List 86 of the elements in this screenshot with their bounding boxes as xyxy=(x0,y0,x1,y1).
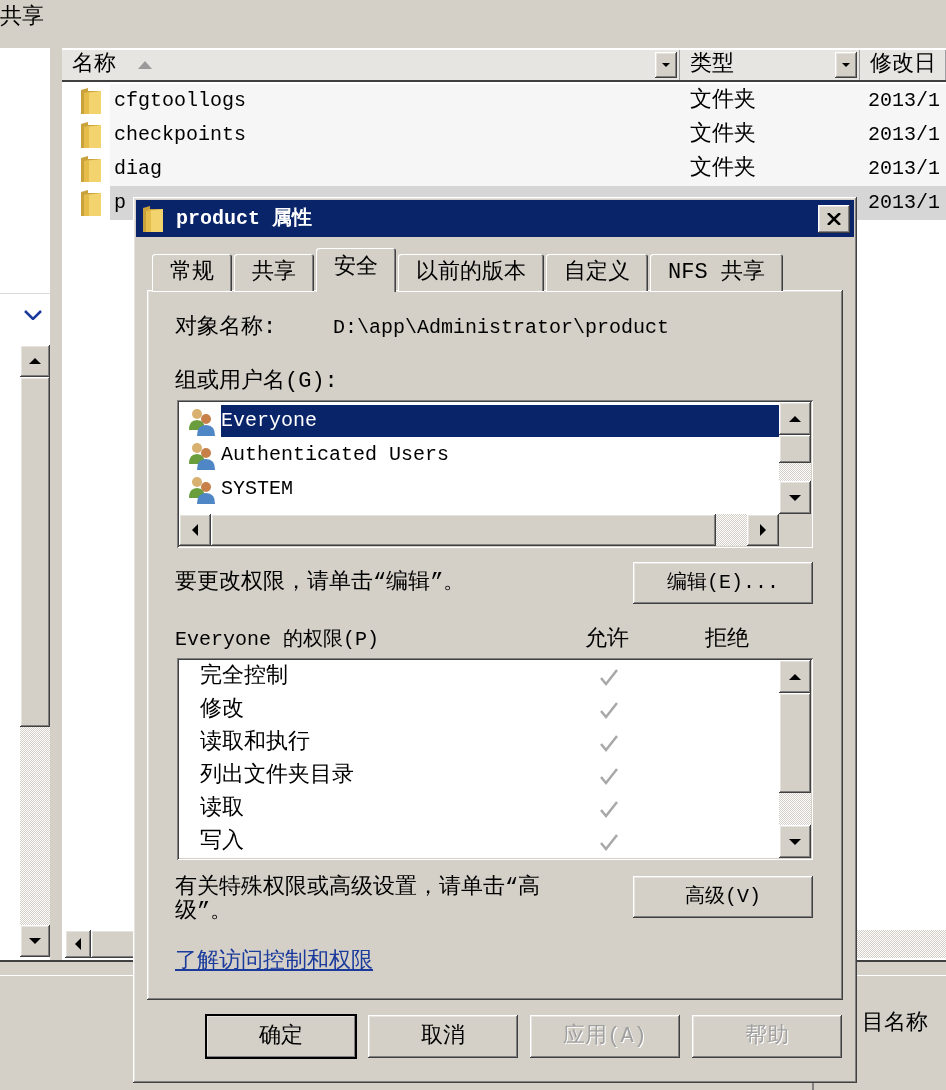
tab[interactable]: 自定义 xyxy=(546,254,648,292)
file-name: diag xyxy=(114,157,162,180)
file-type: 文件夹 xyxy=(690,156,756,181)
scroll-down-button[interactable] xyxy=(779,481,811,514)
users-list[interactable]: Everyone Authenticated Users SYSTEM xyxy=(177,400,813,548)
file-row[interactable]: cfgtoollogs 文件夹 2013/1 xyxy=(110,84,946,118)
folder-icon xyxy=(80,87,102,115)
scrollbar-thumb[interactable] xyxy=(779,435,811,463)
close-icon xyxy=(827,212,841,225)
file-type: 文件夹 xyxy=(690,122,756,147)
dialog-title: product 属性 xyxy=(176,205,312,232)
column-filter-button[interactable] xyxy=(835,52,857,78)
tab[interactable]: 共享 xyxy=(234,254,314,292)
scrollbar-thumb[interactable] xyxy=(779,693,811,793)
scroll-up-button[interactable] xyxy=(779,660,811,693)
users-icon xyxy=(187,440,217,470)
permission-name: 写入 xyxy=(200,828,244,854)
users-icon xyxy=(187,474,217,504)
close-button[interactable] xyxy=(818,204,850,233)
caret-icon xyxy=(842,63,850,67)
edit-hint: 要更改权限，请单击“编辑”。 xyxy=(175,569,466,597)
down-arrow-icon xyxy=(789,494,801,501)
column-header[interactable]: 类型 xyxy=(690,51,734,79)
scrollbar-corner xyxy=(779,514,811,546)
down-arrow-icon xyxy=(29,938,41,944)
tab[interactable]: NFS 共享 xyxy=(650,254,783,292)
folder-icon xyxy=(80,189,102,217)
up-arrow-icon xyxy=(29,358,41,364)
scroll-down-button[interactable] xyxy=(20,925,50,957)
tab[interactable]: 安全 xyxy=(316,248,396,292)
file-row[interactable]: diag 文件夹 2013/1 xyxy=(110,152,946,186)
caret-icon xyxy=(662,63,670,67)
scroll-right-button[interactable] xyxy=(747,514,779,546)
permission-name: 读取 xyxy=(200,795,244,821)
tab[interactable]: 常规 xyxy=(152,254,232,292)
left-arrow-icon xyxy=(75,938,81,950)
users-label: 组或用户名(G): xyxy=(175,368,338,396)
user-list-item[interactable]: Everyone xyxy=(221,405,779,437)
edit-button[interactable]: 编辑(E)... xyxy=(633,562,813,604)
scroll-up-button[interactable] xyxy=(779,402,811,435)
file-date: 2013/1 xyxy=(868,157,940,180)
dialog-button[interactable]: 确定 xyxy=(206,1015,356,1058)
object-name-value: D:\app\Administrator\product xyxy=(333,315,670,341)
allow-header: 允许 xyxy=(585,626,629,654)
column-filter-button[interactable] xyxy=(655,52,677,78)
file-date: 2013/1 xyxy=(868,191,940,214)
file-row[interactable]: checkpoints 文件夹 2013/1 xyxy=(110,118,946,152)
up-arrow-icon xyxy=(789,673,801,680)
advanced-hint: 有关特殊权限或高级设置，请单击“高级”。 xyxy=(175,876,542,924)
folder-icon xyxy=(80,155,102,183)
scrollbar-thumb[interactable] xyxy=(20,377,50,727)
deny-header: 拒绝 xyxy=(705,626,749,654)
down-arrow-icon xyxy=(789,838,801,845)
help-link[interactable]: 了解访问控制和权限 xyxy=(175,948,373,976)
column-header[interactable]: 名称 xyxy=(72,51,116,79)
permission-name: 列出文件夹目录 xyxy=(200,762,354,788)
toolbar-label[interactable]: 共享 xyxy=(0,4,44,32)
permission-name: 修改 xyxy=(200,696,244,722)
scroll-left-button[interactable] xyxy=(65,930,91,958)
scroll-down-button[interactable] xyxy=(779,825,811,858)
users-icon xyxy=(187,406,217,436)
user-list-item[interactable]: Authenticated Users xyxy=(221,439,779,471)
column-header[interactable]: 修改日 xyxy=(870,51,936,79)
left-arrow-icon xyxy=(192,524,198,536)
tab[interactable]: 以前的版本 xyxy=(398,254,544,292)
folder-icon xyxy=(80,121,102,149)
user-list-item[interactable]: SYSTEM xyxy=(221,473,779,505)
details-label: 目名称 xyxy=(862,1011,928,1036)
right-arrow-icon xyxy=(760,524,766,536)
object-name-label: 对象名称: xyxy=(175,314,278,342)
permission-name: 读取和执行 xyxy=(200,729,310,755)
file-date: 2013/1 xyxy=(868,89,940,112)
file-name: checkpoints xyxy=(114,123,247,146)
advanced-button[interactable]: 高级(V) xyxy=(633,876,813,918)
scroll-left-button[interactable] xyxy=(179,514,211,546)
file-name: p xyxy=(114,191,126,214)
up-arrow-icon xyxy=(789,415,801,422)
dialog-button[interactable]: 取消 xyxy=(368,1015,518,1058)
file-type: 文件夹 xyxy=(690,88,756,113)
folder-icon xyxy=(142,204,164,233)
permission-name: 完全控制 xyxy=(200,663,288,689)
file-date: 2013/1 xyxy=(868,123,940,146)
chevron-down-icon[interactable] xyxy=(24,310,42,320)
permissions-label: Everyone 的权限(P) xyxy=(175,627,381,653)
file-name: cfgtoollogs xyxy=(114,89,247,112)
scroll-up-button[interactable] xyxy=(20,345,50,377)
